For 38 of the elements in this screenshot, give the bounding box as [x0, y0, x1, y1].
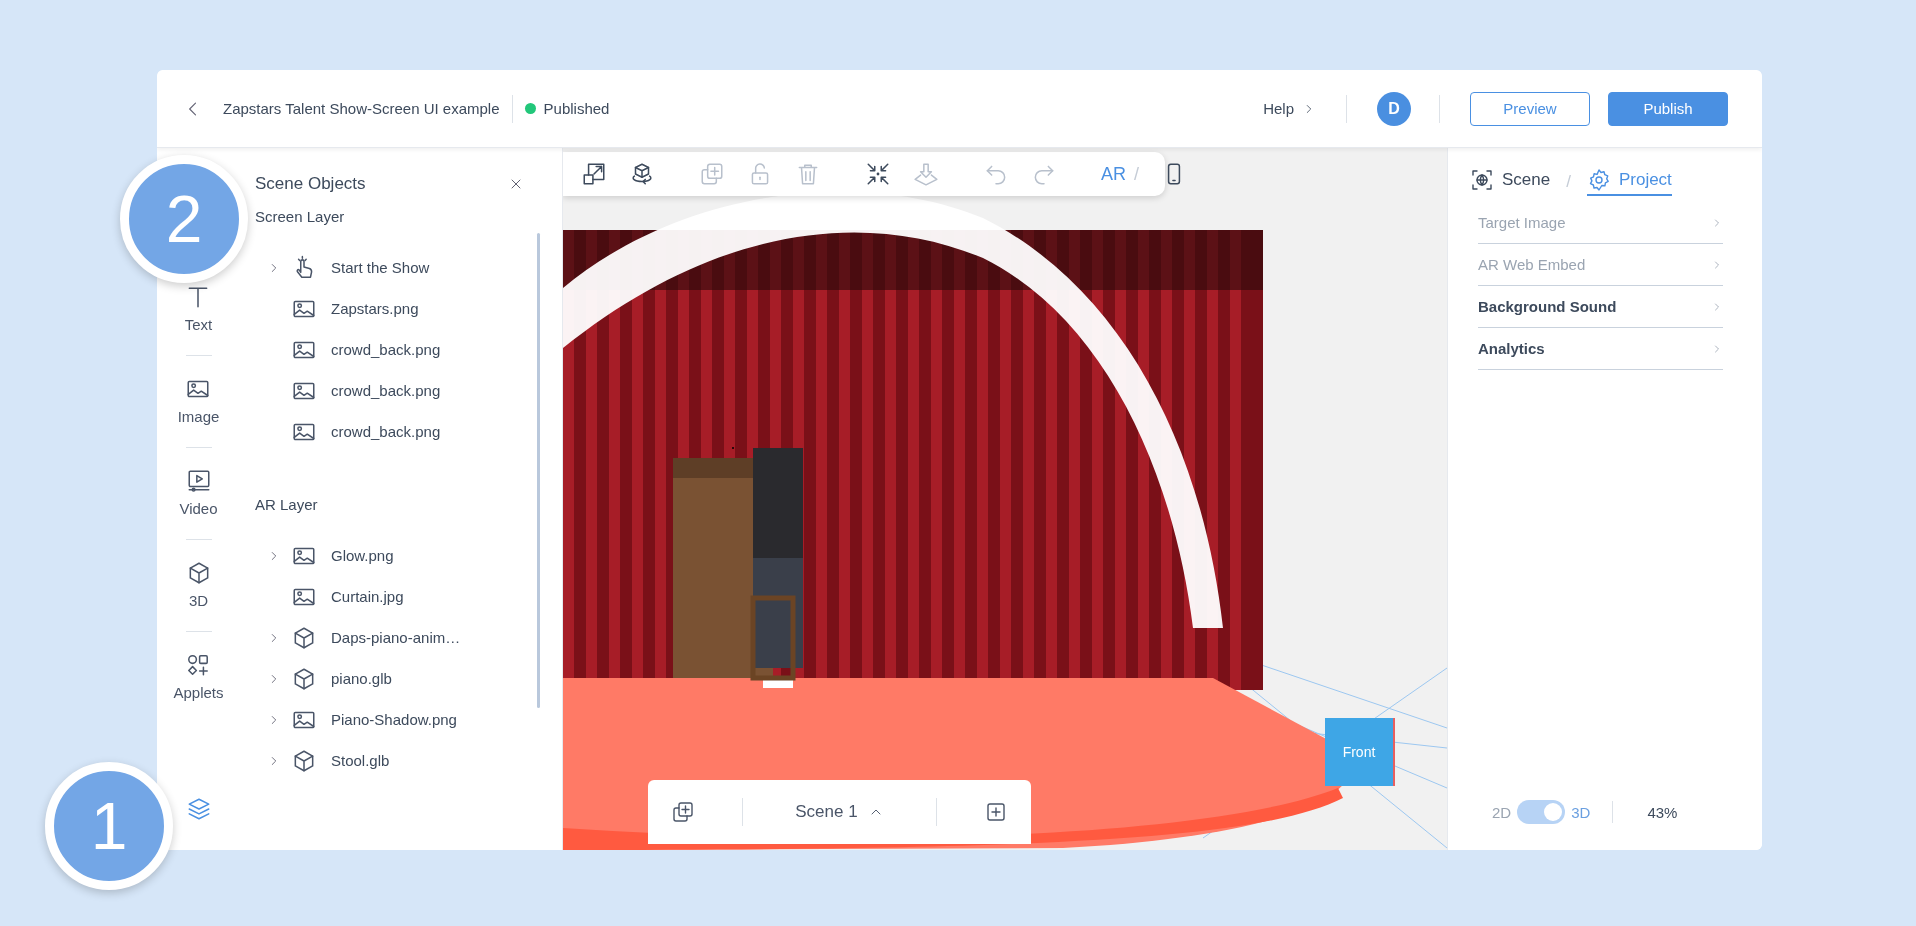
image-tool[interactable]: Image: [177, 376, 220, 425]
panel-title: Scene Objects: [255, 174, 366, 194]
scene-object-item[interactable]: crowd_back.png: [331, 341, 441, 358]
globe-frame-icon: [1470, 168, 1494, 192]
settings-item[interactable]: Background Sound: [1478, 286, 1723, 328]
scene-object-item[interactable]: Start the Show: [331, 259, 430, 276]
cube-tool[interactable]: 3D: [185, 560, 212, 609]
scene-selector[interactable]: Scene 1: [789, 801, 890, 823]
divider-slash: /: [1134, 163, 1140, 185]
video-play-tool[interactable]: Video: [179, 468, 218, 517]
scene-object-item[interactable]: piano.glb: [331, 670, 392, 687]
duplicate-icon[interactable]: [671, 800, 696, 824]
layer-heading: AR Layer: [255, 496, 319, 513]
layer-heading: Screen Layer: [255, 208, 346, 225]
scene-object-item[interactable]: Curtain.jpg: [331, 588, 404, 605]
video-play-icon: [185, 468, 212, 494]
scene-object-item[interactable]: Glow.png: [331, 547, 394, 564]
scene-object-item[interactable]: Piano-Shadow.png: [331, 711, 457, 728]
settings-item[interactable]: Analytics: [1478, 328, 1723, 370]
scene-object-item[interactable]: Stool.glb: [331, 752, 390, 769]
resize-icon[interactable]: [581, 161, 607, 187]
scene-object-item[interactable]: crowd_back.png: [331, 423, 441, 440]
scene-object-item[interactable]: Daps-piano-anim…: [331, 629, 461, 646]
scene-object-item[interactable]: Zapstars.png: [331, 300, 419, 317]
scene-tab[interactable]: Scene: [1470, 168, 1551, 196]
mode-label: 2D: [1492, 803, 1512, 821]
text-tool[interactable]: Text: [184, 284, 213, 333]
scrollbar[interactable]: [537, 233, 540, 708]
help-link[interactable]: Help: [1263, 100, 1316, 117]
view-mode-toggle[interactable]: [1517, 800, 1566, 824]
collapse-arrows-icon[interactable]: [865, 161, 891, 187]
zoom-level: 43%: [1647, 803, 1678, 821]
status-label: Published: [543, 100, 610, 117]
scene-object-item[interactable]: crowd_back.png: [331, 382, 441, 399]
project-title: Zapstars Talent Show-Screen UI example: [223, 100, 500, 117]
tab-separator: /: [1566, 172, 1571, 192]
mode-label: 3D: [1571, 803, 1591, 821]
shapes-tool[interactable]: Applets: [173, 652, 224, 701]
